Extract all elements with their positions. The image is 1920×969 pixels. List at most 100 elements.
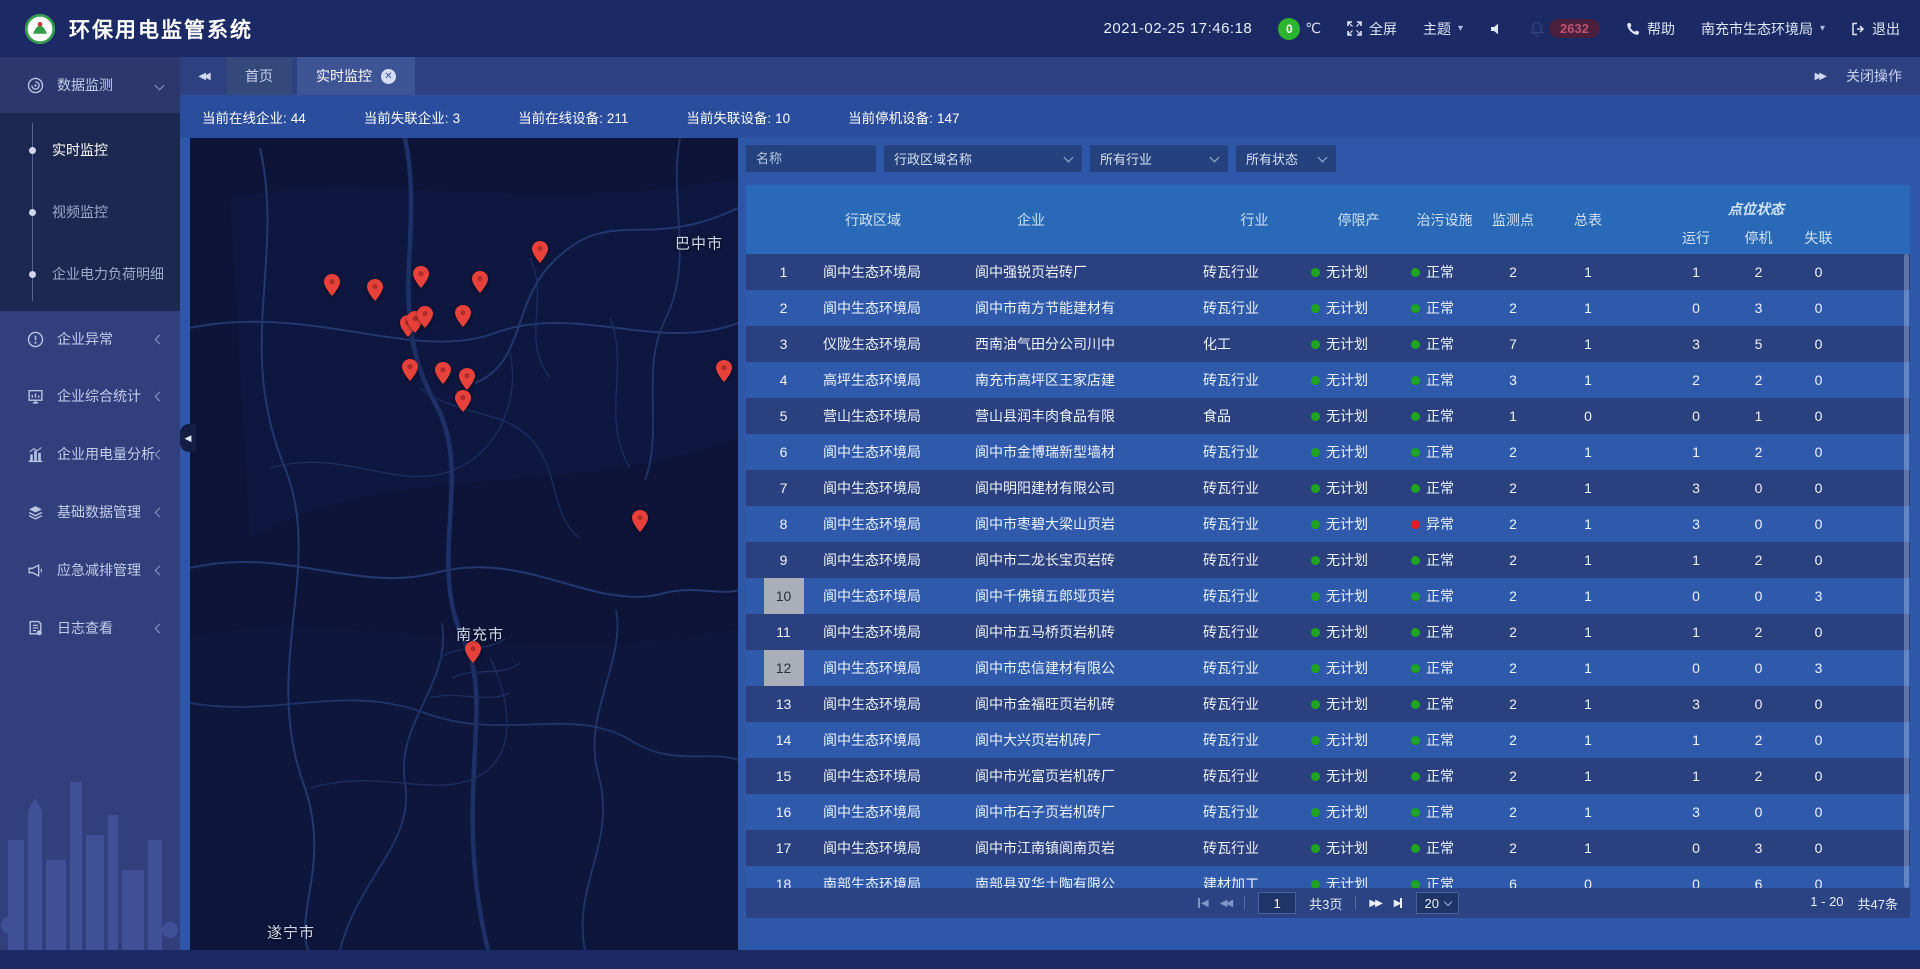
gauge-icon — [26, 76, 44, 94]
stop-text: 无计划 — [1326, 694, 1368, 714]
status-dot — [1411, 808, 1420, 817]
cell-industry: 砖瓦行业 — [1196, 578, 1306, 614]
table-row[interactable]: 9 阆中生态环境局 阆中市二龙长宝页岩砖 砖瓦行业 无计划 正常 2 1 1 2… — [746, 542, 1910, 578]
page-size-select[interactable]: 20 — [1416, 892, 1458, 914]
status-select[interactable]: 所有状态 — [1236, 145, 1336, 172]
treat-text: 正常 — [1426, 370, 1454, 390]
map-pin[interactable] — [532, 241, 548, 263]
table-row[interactable]: 17 阆中生态环境局 阆中市江南镇阆南页岩 砖瓦行业 无计划 正常 2 1 0 … — [746, 830, 1910, 866]
sidebar-group-enterprise-anomaly[interactable]: 企业异常 — [0, 311, 180, 367]
tabs-scroll-left-button[interactable]: ◀◀ — [180, 57, 226, 95]
table-row[interactable]: 3 仪陇生态环境局 西南油气田分公司川中 化工 无计划 正常 7 1 3 5 0 — [746, 326, 1910, 362]
cell-run-count: 0 — [1661, 578, 1731, 614]
first-page-button[interactable]: ◀ — [1197, 898, 1207, 909]
cell-treatment-status: 正常 — [1406, 542, 1478, 578]
close-operations-button[interactable]: 关闭操作 — [1846, 66, 1902, 86]
region-select[interactable]: 行政区域名称 — [884, 145, 1082, 172]
map-pin[interactable] — [435, 362, 451, 384]
map-pin[interactable] — [472, 271, 488, 293]
sidebar-group-label: 数据监测 — [57, 75, 113, 95]
theme-dropdown[interactable]: 主题▾ — [1423, 19, 1463, 39]
cell-total-meter: 1 — [1548, 578, 1628, 614]
sound-button[interactable] — [1489, 22, 1503, 36]
fullscreen-button[interactable]: 全屏 — [1347, 19, 1397, 39]
prev-page-button[interactable]: ◀◀ — [1220, 898, 1231, 909]
table-row[interactable]: 4 高坪生态环境局 南充市高坪区王家店建 砖瓦行业 无计划 正常 3 1 2 2… — [746, 362, 1910, 398]
sidebar-group-basic-data[interactable]: 基础数据管理 — [0, 483, 180, 541]
cell-monitor-count: 2 — [1478, 470, 1548, 506]
sidebar-group-enterprise-statistics[interactable]: 企业综合统计 — [0, 367, 180, 425]
table-row[interactable]: 18 南部生态环境局 南部县双华土陶有限公 建材加工 无计划 正常 6 0 0 … — [746, 866, 1910, 888]
map-pin[interactable] — [413, 266, 429, 288]
cell-treatment-status: 正常 — [1406, 326, 1478, 362]
map-pin[interactable] — [455, 390, 471, 412]
map-pin[interactable] — [417, 306, 433, 328]
map-pin[interactable] — [367, 279, 383, 301]
tab-home[interactable]: 首页 — [226, 57, 292, 95]
map-pin[interactable] — [402, 359, 418, 381]
treat-text: 正常 — [1426, 442, 1454, 462]
help-button[interactable]: 帮助 — [1626, 19, 1675, 39]
map-canvas[interactable]: 巴中市南充市遂宁市 — [190, 138, 738, 950]
map-pin[interactable] — [716, 360, 732, 382]
table-row[interactable]: 5 营山生态环境局 营山县润丰肉食品有限 食品 无计划 正常 1 0 0 1 0 — [746, 398, 1910, 434]
tabs-scroll-right-button[interactable]: ▶▶ — [1815, 71, 1824, 82]
name-search-input[interactable] — [746, 145, 876, 172]
sidebar-item-power-load-detail[interactable]: 企业电力负荷明细 — [0, 243, 180, 305]
table-row[interactable]: 7 阆中生态环境局 阆中明阳建材有限公司 砖瓦行业 无计划 正常 2 1 3 0… — [746, 470, 1910, 506]
table-row[interactable]: 10 阆中生态环境局 阆中千佛镇五郎垭页岩 砖瓦行业 无计划 正常 2 1 0 … — [746, 578, 1910, 614]
table-row[interactable]: 16 阆中生态环境局 阆中市石子页岩机砖厂 砖瓦行业 无计划 正常 2 1 3 … — [746, 794, 1910, 830]
treat-text: 正常 — [1426, 622, 1454, 642]
status-dot — [1311, 772, 1320, 781]
map-pin[interactable] — [324, 274, 340, 296]
row-number: 3 — [764, 326, 804, 362]
map-roads — [190, 138, 738, 950]
next-page-button[interactable]: ▶▶ — [1369, 898, 1380, 909]
sidebar-group-electricity-analysis[interactable]: 企业用电量分析 — [0, 425, 180, 483]
stop-text: 无计划 — [1326, 334, 1368, 354]
industry-select[interactable]: 所有行业 — [1090, 145, 1228, 172]
logout-button[interactable]: 退出 — [1851, 19, 1900, 39]
table-row[interactable]: 6 阆中生态环境局 阆中市金博瑞新型墙材 砖瓦行业 无计划 正常 2 1 1 2… — [746, 434, 1910, 470]
cell-stop-status: 无计划 — [1306, 722, 1406, 758]
cell-total-meter: 1 — [1548, 758, 1628, 794]
table-row[interactable]: 13 阆中生态环境局 阆中市金福旺页岩机砖 砖瓦行业 无计划 正常 2 1 3 … — [746, 686, 1910, 722]
sidebar-group-log-view[interactable]: 日志查看 — [0, 599, 180, 657]
row-number: 7 — [764, 470, 804, 506]
cell-total-meter: 1 — [1548, 470, 1628, 506]
map-pin[interactable] — [632, 510, 648, 532]
map-pin[interactable] — [455, 305, 471, 327]
table-row[interactable]: 1 阆中生态环境局 阆中强锐页岩砖厂 砖瓦行业 无计划 正常 2 1 1 2 0 — [746, 254, 1910, 290]
chevron-left-icon — [155, 449, 165, 459]
cell-lost-count: 0 — [1786, 434, 1851, 470]
cell-stopped-count: 0 — [1731, 686, 1786, 722]
cell-region: 阆中生态环境局 — [821, 506, 971, 542]
table-row[interactable]: 8 阆中生态环境局 阆中市枣碧大梁山页岩 砖瓦行业 无计划 异常 2 1 3 0… — [746, 506, 1910, 542]
map-collapse-handle[interactable]: ◀ — [180, 424, 196, 452]
header-industry: 行业 — [1196, 185, 1306, 254]
last-page-button[interactable]: ▶ — [1394, 898, 1404, 909]
chevron-down-icon — [1444, 897, 1452, 905]
sidebar-item-video-monitoring[interactable]: 视频监控 — [0, 181, 180, 243]
sidebar-item-realtime-monitoring[interactable]: 实时监控 — [0, 119, 180, 181]
sidebar-group-data-monitoring[interactable]: 数据监测 — [0, 57, 180, 113]
cell-monitor-count: 2 — [1478, 254, 1548, 290]
table-row[interactable]: 12 阆中生态环境局 阆中市忠信建材有限公 砖瓦行业 无计划 正常 2 1 0 … — [746, 650, 1910, 686]
map-pin[interactable] — [459, 368, 475, 390]
table-row[interactable]: 2 阆中生态环境局 阆中市南方节能建材有 砖瓦行业 无计划 正常 2 1 0 3… — [746, 290, 1910, 326]
org-dropdown[interactable]: 南充市生态环境局▾ — [1701, 19, 1825, 39]
cell-region: 阆中生态环境局 — [821, 794, 971, 830]
bell-icon — [1529, 21, 1545, 37]
cell-treatment-status: 正常 — [1406, 866, 1478, 888]
tab-realtime-monitoring[interactable]: 实时监控 ✕ — [297, 57, 415, 95]
table-row[interactable]: 14 阆中生态环境局 阆中大兴页岩机砖厂 砖瓦行业 无计划 正常 2 1 1 2… — [746, 722, 1910, 758]
table-row[interactable]: 15 阆中生态环境局 阆中市光富页岩机砖厂 砖瓦行业 无计划 正常 2 1 1 … — [746, 758, 1910, 794]
cell-stopped-count: 1 — [1731, 398, 1786, 434]
notifications-button[interactable]: 2632 — [1529, 19, 1600, 38]
status-dot — [1411, 304, 1420, 313]
page-input[interactable]: 1 — [1258, 892, 1296, 914]
table-row[interactable]: 11 阆中生态环境局 阆中市五马桥页岩机砖 砖瓦行业 无计划 正常 2 1 1 … — [746, 614, 1910, 650]
cell-lost-count: 0 — [1786, 758, 1851, 794]
sidebar-group-emergency-reduction[interactable]: 应急减排管理 — [0, 541, 180, 599]
close-tab-icon[interactable]: ✕ — [381, 69, 396, 84]
